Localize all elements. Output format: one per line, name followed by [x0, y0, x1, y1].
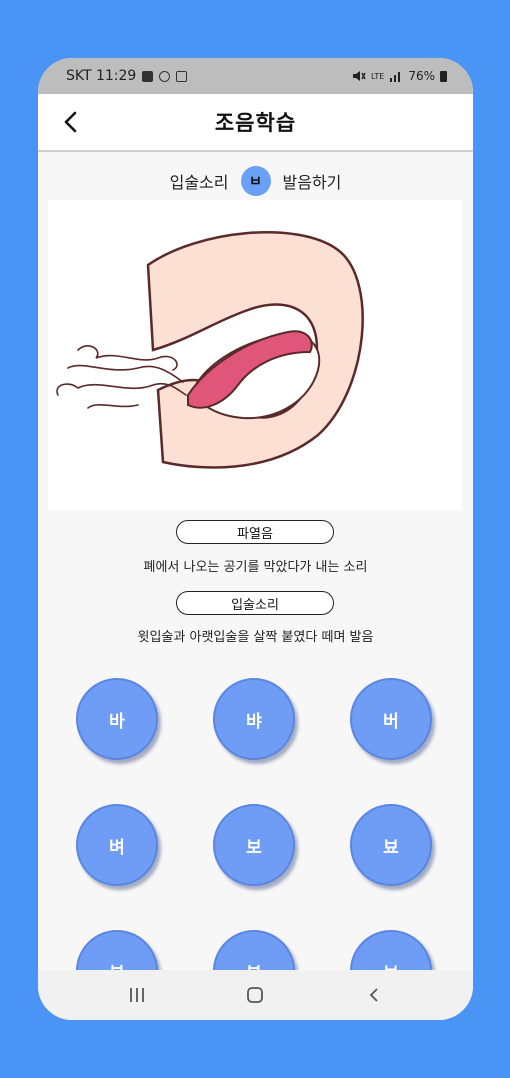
syllable-button[interactable]: 뱌: [213, 678, 295, 760]
consonant-badge: ㅂ: [240, 166, 271, 196]
app-notification-icon: [176, 70, 188, 82]
mouth-illustration-svg: [56, 230, 364, 469]
mouth-pronunciation-illustration: [48, 200, 462, 510]
network-type: LTE: [371, 71, 385, 81]
status-bar: SKT 11:29 LTE 76%: [38, 58, 473, 94]
page-title: 조음학습: [214, 111, 297, 135]
syllable-button[interactable]: 브: [350, 930, 432, 970]
syllable-grid: 바 뱌 버 벼 보 뵤 부 뷰 브: [38, 658, 473, 970]
syllable-button[interactable]: 바: [76, 678, 158, 760]
syllable-button[interactable]: 보: [213, 804, 295, 886]
back-icon: [369, 988, 378, 1002]
subtitle-prefix: 입술소리: [169, 173, 229, 192]
recent-apps-icon: [130, 988, 145, 1002]
syllable-button[interactable]: 뷰: [213, 930, 295, 970]
articulation-place-description: 윗입술과 아랫입술을 살짝 붙였다 떼며 발음: [137, 630, 374, 645]
syllable-button[interactable]: 벼: [76, 804, 158, 886]
subtitle-suffix: 발음하기: [282, 173, 342, 192]
gallery-icon: [142, 70, 154, 82]
sound-type-tag: 파열음: [176, 520, 334, 544]
mute-icon: [353, 71, 366, 81]
syllable-button[interactable]: 버: [350, 678, 432, 760]
sound-type-description: 폐에서 나오는 공기를 막았다가 내는 소리: [143, 560, 368, 575]
home-button[interactable]: [225, 975, 285, 1015]
lesson-subtitle: 입술소리 ㅂ 발음하기: [38, 166, 473, 196]
recent-apps-button[interactable]: [107, 975, 167, 1015]
phone-screen: SKT 11:29 LTE 76% 조음학습 입술소리 ㅂ 발음하기 파열음 폐…: [38, 58, 473, 1020]
system-nav-bar: [38, 970, 473, 1020]
syllable-button[interactable]: 부: [76, 930, 158, 970]
system-back-button[interactable]: [344, 975, 404, 1015]
alarm-icon: [159, 70, 171, 82]
carrier-time: SKT 11:29: [66, 68, 137, 84]
battery-icon: [440, 70, 447, 82]
home-icon: [247, 987, 264, 1003]
back-button[interactable]: [52, 104, 88, 140]
battery-level: 76%: [408, 69, 435, 83]
signal-icon: [390, 72, 401, 82]
chevron-left-icon: [64, 111, 77, 133]
articulation-place-tag: 입술소리: [176, 591, 334, 615]
app-bar: 조음학습: [38, 94, 473, 152]
syllable-button[interactable]: 뵤: [350, 804, 432, 886]
